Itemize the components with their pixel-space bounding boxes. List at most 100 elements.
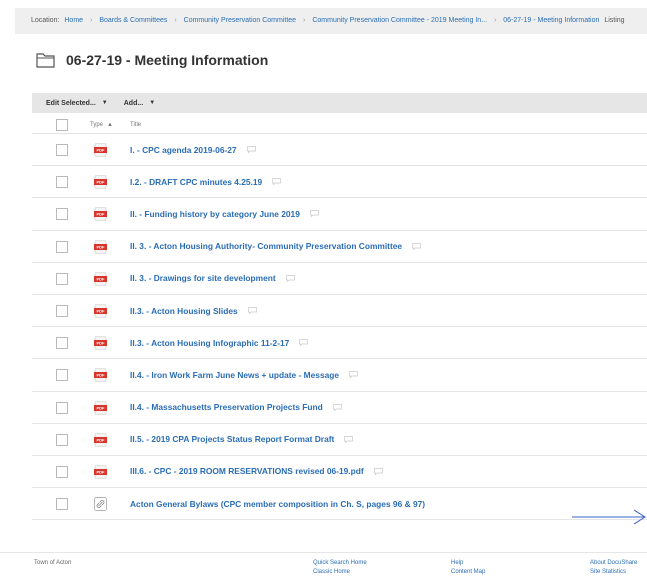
- list-item: PDF II.5. - 2019 CPA Projects Status Repo…: [32, 424, 647, 456]
- svg-text:PDF: PDF: [97, 309, 106, 314]
- pdf-icon: PDF: [94, 400, 107, 415]
- breadcrumb-meeting[interactable]: 06-27-19 - Meeting Information: [503, 17, 599, 24]
- folder-icon: [36, 53, 55, 68]
- row-checkbox[interactable]: [56, 498, 68, 511]
- comment-icon: [246, 146, 256, 154]
- row-checkbox[interactable]: [56, 272, 68, 285]
- document-link[interactable]: II. - Funding history by category June 2…: [130, 209, 319, 219]
- document-link[interactable]: II.3. - Acton Housing Infographic 11-2-1…: [130, 337, 309, 348]
- svg-text:PDF: PDF: [97, 405, 106, 410]
- breadcrumb-separator: ›: [174, 17, 177, 24]
- row-checkbox[interactable]: [56, 465, 68, 478]
- breadcrumb-boards[interactable]: Boards & Committees: [99, 17, 167, 24]
- sort-asc-icon: ▲: [107, 121, 113, 128]
- svg-text:PDF: PDF: [97, 469, 106, 474]
- list-item: PDF I. - CPC agenda 2019-06-27: [32, 134, 647, 167]
- pdf-icon: PDF: [94, 368, 107, 383]
- breadcrumb-suffix: Listing: [604, 17, 625, 24]
- document-link[interactable]: II.5. - 2019 CPA Projects Status Report …: [130, 434, 354, 445]
- document-link[interactable]: I.2. - DRAFT CPC minutes 4.25.19: [130, 176, 282, 187]
- row-checkbox[interactable]: [56, 144, 68, 156]
- list-item: PDF II.4. - Iron Work Farm June News + up…: [32, 359, 647, 392]
- breadcrumb-cpc[interactable]: Community Preservation Committee: [184, 17, 296, 24]
- document-title: II. - Funding history by category June 2…: [130, 208, 300, 219]
- document-title: I. - CPC agenda 2019-06-27: [130, 144, 237, 155]
- breadcrumb-separator: ›: [90, 17, 93, 24]
- document-title: II.4. - Iron Work Farm June News + updat…: [130, 369, 340, 380]
- comment-icon: [332, 403, 342, 411]
- document-title: II.3. - Acton Housing Infographic 11-2-1…: [130, 337, 290, 348]
- breadcrumb-home[interactable]: Home: [64, 17, 83, 24]
- row-checkbox[interactable]: [56, 176, 68, 189]
- svg-text:PDF: PDF: [97, 373, 106, 378]
- list-item: PDF II. - Funding history by category Jun…: [32, 198, 647, 231]
- document-link[interactable]: II.4. - Massachusetts Preservation Proje…: [130, 402, 342, 412]
- list-item: PDF II.3. - Acton Housing Infographic 11-…: [32, 327, 647, 360]
- document-link[interactable]: III.6. - CPC - 2019 ROOM RESERVATIONS re…: [130, 466, 383, 476]
- title-column-header[interactable]: Title: [130, 122, 141, 128]
- list-item: PDF II. 3. - Acton Housing Authority- Com…: [32, 231, 647, 263]
- document-link[interactable]: I. - CPC agenda 2019-06-27: [130, 145, 256, 155]
- pdf-icon: PDF: [94, 304, 107, 318]
- pdf-icon: PDF: [94, 207, 107, 222]
- document-list: PDF I. - CPC agenda 2019-06-27 PDF I.2. - D…: [32, 134, 647, 521]
- svg-text:PDF: PDF: [97, 244, 106, 249]
- document-title: II. 3. - Acton Housing Authority- Commun…: [130, 241, 403, 252]
- document-link[interactable]: II. 3. - Acton Housing Authority- Commun…: [130, 241, 421, 251]
- list-item: PDF II.4. - Massachusetts Preservation Pr…: [32, 392, 647, 424]
- row-checkbox[interactable]: [56, 240, 68, 253]
- document-link[interactable]: Acton General Bylaws (CPC member composi…: [130, 499, 425, 509]
- row-checkbox[interactable]: [56, 369, 68, 382]
- svg-text:PDF: PDF: [97, 276, 106, 281]
- caret-down-icon: ▼: [101, 100, 108, 106]
- footer-classic-home[interactable]: Classic Home: [313, 568, 350, 577]
- footer-quick-search-home[interactable]: Quick Search Home: [313, 559, 367, 568]
- add-button[interactable]: Add... ▼: [124, 100, 155, 107]
- footer-about[interactable]: About DocuShare: [590, 559, 637, 568]
- document-title: II.5. - 2019 CPA Projects Status Report …: [130, 434, 335, 445]
- svg-text:PDF: PDF: [97, 180, 106, 185]
- breadcrumb: Location: Home › Boards & Committees › C…: [15, 8, 647, 34]
- breadcrumb-separator: ›: [493, 17, 497, 24]
- select-all-checkbox[interactable]: [56, 118, 68, 131]
- footer-help[interactable]: Help: [451, 559, 463, 568]
- document-title: I.2. - DRAFT CPC minutes 4.25.19: [130, 176, 263, 187]
- comment-icon: [285, 274, 295, 282]
- comment-icon: [299, 339, 309, 347]
- svg-text:PDF: PDF: [97, 341, 106, 346]
- edit-selected-button[interactable]: Edit Selected... ▼: [46, 100, 108, 107]
- list-item: PDF I.2. - DRAFT CPC minutes 4.25.19: [32, 166, 647, 199]
- breadcrumb-cpc-2019[interactable]: Community Preservation Committee - 2019 …: [312, 17, 487, 24]
- row-checkbox[interactable]: [56, 304, 68, 317]
- edit-selected-label: Edit Selected...: [46, 99, 96, 107]
- list-item: PDF II.3. - Acton Housing Slides: [32, 295, 647, 328]
- add-label: Add...: [123, 99, 144, 107]
- document-link[interactable]: II.3. - Acton Housing Slides: [130, 306, 257, 316]
- pdf-icon: PDF: [94, 271, 107, 286]
- toolbar: Edit Selected... ▼ Add... ▼: [32, 93, 647, 113]
- row-checkbox[interactable]: [56, 208, 68, 221]
- svg-text:PDF: PDF: [97, 148, 106, 153]
- list-item: PDF III.6. - CPC - 2019 ROOM RESERVATIONS…: [32, 456, 647, 489]
- row-checkbox[interactable]: [56, 433, 68, 446]
- pdf-icon: PDF: [94, 432, 107, 447]
- comment-icon: [349, 371, 358, 379]
- comment-icon: [247, 307, 257, 315]
- svg-text:PDF: PDF: [97, 212, 106, 217]
- footer-org: Town of Acton: [34, 560, 72, 566]
- pdf-icon: PDF: [94, 465, 107, 479]
- document-title: II.3. - Acton Housing Slides: [130, 305, 238, 316]
- footer-site-statistics[interactable]: Site Statistics: [590, 568, 626, 577]
- page-title: 06-27-19 - Meeting Information: [36, 50, 268, 70]
- list-item: Acton General Bylaws (CPC member composi…: [32, 488, 647, 521]
- document-title: II. 3. - Drawings for site development: [130, 273, 276, 284]
- footer-content-map[interactable]: Content Map: [451, 568, 485, 577]
- footer: Town of Acton Quick Search Home Classic …: [0, 552, 647, 582]
- document-link[interactable]: II. 3. - Drawings for site development: [130, 273, 295, 283]
- row-checkbox[interactable]: [56, 401, 68, 414]
- type-header-label: Type: [90, 121, 104, 128]
- type-column-header[interactable]: Type ▲: [90, 122, 113, 128]
- comment-icon: [412, 242, 421, 250]
- row-checkbox[interactable]: [56, 337, 68, 350]
- document-link[interactable]: II.4. - Iron Work Farm June News + updat…: [130, 370, 358, 380]
